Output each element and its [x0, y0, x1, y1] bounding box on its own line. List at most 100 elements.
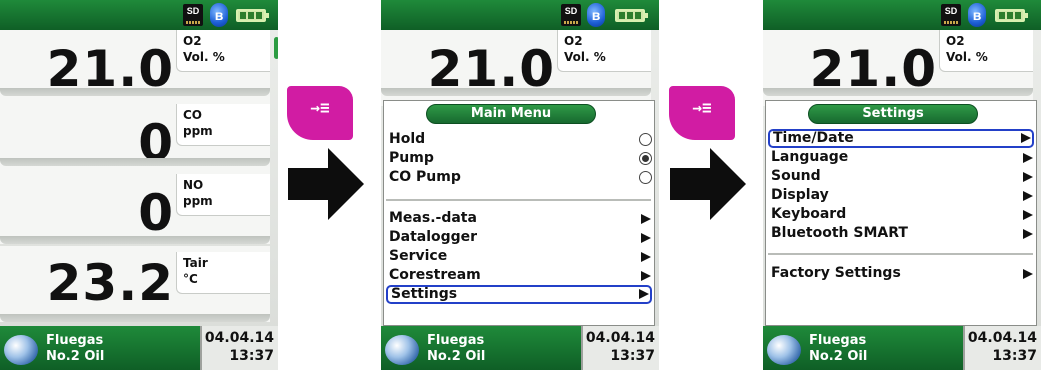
menu-item-time-date[interactable]: Time/Date [768, 129, 1034, 148]
gas-label: NO [183, 178, 204, 192]
fuel-type-label: Fluegas [46, 333, 104, 348]
time-label: 13:37 [610, 348, 655, 364]
bluetooth-icon: ʙ [968, 3, 986, 27]
menu-item-label: Meas.-data [389, 210, 477, 226]
menu-item-corestream[interactable]: Corestream [386, 266, 652, 285]
date-label: 04.04.14 [967, 330, 1037, 346]
menu-item-label: Pump [389, 150, 434, 166]
submenu-arrow-icon [1023, 191, 1033, 201]
menu-title: Main Menu [426, 104, 596, 124]
reading-o2-unit: O2 Vol. % [176, 30, 270, 72]
menu-item-label: Bluetooth SMART [771, 225, 908, 241]
menu-item-datalogger[interactable]: Datalogger [386, 228, 652, 247]
menu-item-label: Settings [391, 286, 458, 302]
battery-icon [995, 9, 1028, 22]
fuel-name-label: No.2 Oil [809, 349, 868, 364]
unit-label: ppm [183, 124, 213, 138]
menu-item-bluetooth-smart[interactable]: Bluetooth SMART [768, 224, 1034, 243]
status-bar: SD ʙ [0, 0, 278, 30]
fuel-type-label: Fluegas [809, 333, 867, 348]
menu-item-label: Hold [389, 131, 426, 147]
reading-o2-value: 21.0 [427, 40, 555, 98]
sd-card-icon: SD [941, 4, 961, 26]
fuel-globe-icon [4, 335, 38, 365]
arrow-right-icon [670, 148, 746, 220]
unit-label: °C [183, 272, 198, 286]
bluetooth-icon: ʙ [587, 3, 605, 27]
submenu-arrow-icon [1023, 229, 1033, 239]
reading-separator [0, 88, 270, 96]
reading-o2-value: 21.0 [809, 40, 937, 98]
reading-tair-unit: Tair °C [176, 252, 270, 294]
radio-button-selected[interactable] [639, 152, 652, 165]
sd-card-icon: SD [183, 4, 203, 26]
reading-separator [0, 236, 270, 244]
submenu-arrow-icon [1023, 153, 1033, 163]
menu-item-language[interactable]: Language [768, 148, 1034, 167]
submenu-arrow-icon [1023, 210, 1033, 220]
time-label: 13:37 [992, 348, 1037, 364]
battery-icon [236, 9, 269, 22]
menu-item-label: Datalogger [389, 229, 478, 245]
menu-item-label: Keyboard [771, 206, 847, 222]
status-bar: SD ʙ [763, 0, 1041, 30]
reading-separator [0, 158, 270, 166]
arrow-right-icon [288, 148, 364, 220]
menu-key-button[interactable]: →≡ [287, 86, 353, 140]
submenu-arrow-icon [639, 289, 649, 299]
menu-item-label: Display [771, 187, 829, 203]
gas-label: O2 [183, 34, 202, 48]
fuel-globe-icon [385, 335, 419, 365]
reading-tair-value: 23.2 [46, 254, 174, 312]
menu-divider [768, 253, 1033, 255]
gas-label: O2 [564, 34, 583, 48]
menu-item-settings[interactable]: Settings [386, 285, 652, 304]
gas-label: O2 [946, 34, 965, 48]
menu-item-co-pump[interactable]: CO Pump [386, 168, 652, 187]
menu-key-button[interactable]: →≡ [669, 86, 735, 140]
submenu-arrow-icon [641, 271, 651, 281]
device-screen-measurements: SD ʙ 21.0 O2 Vol. % 0 CO ppm 0 NO ppm 23… [0, 0, 278, 370]
reading-o2-unit: O2 Vol. % [557, 30, 651, 72]
menu-item-factory-settings[interactable]: Factory Settings [768, 264, 1034, 283]
fuel-globe-icon [767, 335, 801, 365]
date-label: 04.04.14 [204, 330, 274, 346]
menu-item-label: Corestream [389, 267, 481, 283]
reading-no-value: 0 [138, 184, 174, 242]
device-screen-main-menu: SD ʙ 21.0 O2 Vol. % Main Menu Hold Pump … [381, 0, 659, 370]
time-label: 13:37 [229, 348, 274, 364]
fuel-type-label: Fluegas [427, 333, 485, 348]
scrollbar[interactable] [274, 37, 278, 59]
status-bar: SD ʙ [381, 0, 659, 30]
fuel-name-label: No.2 Oil [427, 349, 486, 364]
unit-label: ppm [183, 194, 213, 208]
menu-item-hold[interactable]: Hold [386, 130, 652, 149]
fuel-name-label: No.2 Oil [46, 349, 105, 364]
menu-divider [386, 199, 651, 201]
reading-separator [763, 88, 1033, 96]
menu-item-label: CO Pump [389, 169, 461, 185]
gas-label: CO [183, 108, 203, 122]
submenu-arrow-icon [641, 214, 651, 224]
submenu-arrow-icon [641, 252, 651, 262]
menu-title: Settings [808, 104, 978, 124]
submenu-arrow-icon [1021, 133, 1031, 143]
menu-item-service[interactable]: Service [386, 247, 652, 266]
radio-button[interactable] [639, 133, 652, 146]
reading-separator [0, 314, 270, 322]
menu-item-sound[interactable]: Sound [768, 167, 1034, 186]
menu-item-pump[interactable]: Pump [386, 149, 652, 168]
reading-o2-value: 21.0 [46, 40, 174, 98]
unit-label: Vol. % [183, 50, 225, 64]
menu-item-label: Factory Settings [771, 265, 901, 281]
device-screen-settings: SD ʙ 21.0 O2 Vol. % Settings Time/Date L… [763, 0, 1041, 370]
menu-item-meas-data[interactable]: Meas.-data [386, 209, 652, 228]
menu-item-keyboard[interactable]: Keyboard [768, 205, 1034, 224]
menu-item-label: Service [389, 248, 448, 264]
menu-item-label: Language [771, 149, 849, 165]
reading-separator [381, 88, 651, 96]
gas-label: Tair [183, 256, 208, 270]
menu-item-display[interactable]: Display [768, 186, 1034, 205]
radio-button[interactable] [639, 171, 652, 184]
unit-label: Vol. % [564, 50, 606, 64]
